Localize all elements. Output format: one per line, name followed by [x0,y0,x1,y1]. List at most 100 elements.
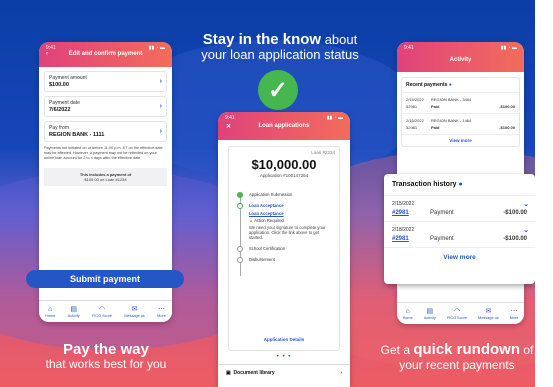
caption-line2: your recent payments [399,358,515,372]
recent-payment-row: 2/15/2022 REGION BANK - 3464 52981 Paid -$1… [402,93,519,114]
message-icon: ✉ [485,307,492,315]
transaction-ref-link[interactable]: #2981 [392,236,430,242]
bottom-nav: ⌂ Home ▤ Activity ◠ FICO Score ✉ Message us … [39,300,172,322]
field-value: REGION BANK - 1111 [49,132,105,138]
application-details-link[interactable]: Application Details [229,337,339,342]
headline-bold: Stay in the know [202,31,322,48]
recent-payments-card: Recent payments ● 2/15/2022 REGION BANK -… [401,77,520,147]
page-title: Edit and confirm payment [68,51,143,57]
info-icon: ● [448,82,452,88]
caption-post: of [520,343,534,357]
payment-note: Payments not initiated on or before 11:0… [44,146,163,160]
summary-line2: $100.00 on Loan #1234 [84,177,127,182]
nav-message[interactable]: ✉ Message us [478,308,498,320]
action-description: We need your signature to complete your … [249,225,326,240]
caption-pre: Get a [380,343,414,357]
nav-label: Message us [478,315,499,320]
chevron-right-icon: › [159,78,162,85]
more-icon: ⋯ [158,305,165,313]
activity-icon: ▤ [70,305,77,313]
view-more-link[interactable]: View more [384,248,535,267]
card-title: Recent payments [406,82,448,88]
action-required: Action Required [254,218,284,223]
status-time: 9:41 [404,45,414,51]
nav-label: Home [402,315,413,320]
page-dots: • • • [276,354,292,360]
page-title: Activity [449,57,472,63]
transaction-ref-link[interactable]: #2981 [392,210,430,216]
pay-from-field[interactable]: Pay from REGION BANK - 1111 › [44,121,167,142]
close-icon[interactable]: ✕ [226,123,231,130]
gauge-icon: ◠ [453,307,461,315]
nav-activity[interactable]: ▤ Activity [68,306,80,318]
nav-more[interactable]: ⋯ More [157,306,166,318]
transaction-date: 2/15/2022 [392,201,415,207]
right-caption: Get a quick rundown of your recent payme… [372,342,542,373]
right-margin [535,0,553,387]
document-library-row[interactable]: ▣ Document library › [218,364,350,381]
pending-dot-icon [237,246,243,252]
row-label: Document library [233,370,275,376]
current-dot-icon [237,203,243,209]
more-icon: ⋯ [510,307,518,315]
headline-rest: about [321,32,358,47]
payment-ref: 52981 [406,104,418,109]
nav-fico[interactable]: ◠ FICO Score [92,306,112,318]
activity-icon: ▤ [426,307,434,315]
back-arrow-icon[interactable]: ‹ [46,51,48,57]
left-caption: Pay the way that works best for you [26,342,186,372]
home-icon: ⌂ [48,305,53,313]
headline-line2: your loan application status [201,47,359,62]
application-number: Application #100147264 [259,173,309,178]
field-label: Pay from [49,125,70,131]
nav-home[interactable]: ⌂ Home [45,306,55,318]
status-timeline: Application Submission Loan Acceptance L… [237,192,339,276]
transaction-type: Payment [430,236,454,242]
info-icon: ● [458,181,463,188]
signal-icon: ▮▮ ◔ ▬ [500,45,517,51]
step-details: Loan Acceptance ▲ Action Required We nee… [237,211,339,240]
field-value: $100.00 [49,82,69,88]
loan-acceptance-link[interactable]: Loan Acceptance [249,211,339,216]
nav-label: Message us [124,313,145,318]
step-certification: School Certification [237,246,339,252]
field-label: Payment date [49,100,80,106]
payment-amount-field[interactable]: Payment amount $100.00 › [44,71,167,92]
submit-payment-button[interactable]: Submit payment [26,270,184,288]
view-more-link[interactable]: View more [402,135,519,146]
nav-fico[interactable]: ◠ FICO Score [447,308,467,320]
transaction-row[interactable]: 2/15/2022 ⌄ #2981 Payment -$100.00 [384,196,535,222]
check-dot-icon [237,192,243,198]
nav-activity[interactable]: ▤ Activity [424,308,436,320]
chevron-down-icon[interactable]: ⌄ [523,226,529,234]
payment-summary: This includes a payment of $100.00 on Lo… [44,168,167,186]
nav-message[interactable]: ✉ Message us [124,306,144,318]
bottom-nav: ⌂ Home ▤ Activity ◠ FICO Score ✉ Message us … [397,302,524,324]
message-icon: ✉ [131,305,138,313]
transaction-history-card: Transaction history ● 2/15/2022 ⌄ #2981 P… [384,174,535,284]
loan-card: Loan #2234 $10,000.00 Application #10014… [228,146,340,351]
loan-id: Loan #2234 [311,150,335,155]
nav-label: FICO Score [91,313,113,318]
field-label: Payment amount [49,75,87,81]
step-label: Application Submission [249,192,293,197]
chevron-down-icon[interactable]: ⌄ [523,200,529,208]
caption-line2: that works best for you [45,357,167,371]
transaction-date: 2/18/2022 [392,227,415,233]
step-disbursement: Disbursement [237,257,339,263]
payment-date-field[interactable]: Payment date 7/6/2022 › [44,96,167,117]
nav-label: More [509,315,519,320]
transaction-row[interactable]: 2/18/2022 ⌄ #2981 Payment -$100.00 [384,222,535,248]
loan-amount: $10,000.00 [251,157,317,172]
transaction-amount: -$100.00 [503,210,527,216]
nav-home[interactable]: ⌂ Home [403,308,413,320]
chevron-right-icon: › [159,128,162,135]
payment-status: Paid [431,125,440,130]
status-time: 9:41 [225,115,235,121]
nav-label: FICO Score [446,315,468,320]
step-label: School Certification [249,246,286,251]
nav-more[interactable]: ⋯ More [510,308,519,320]
nav-label: Home [45,313,56,318]
payment-bank: REGION BANK - 3464 [431,97,472,102]
card-title: Transaction history [392,181,457,188]
